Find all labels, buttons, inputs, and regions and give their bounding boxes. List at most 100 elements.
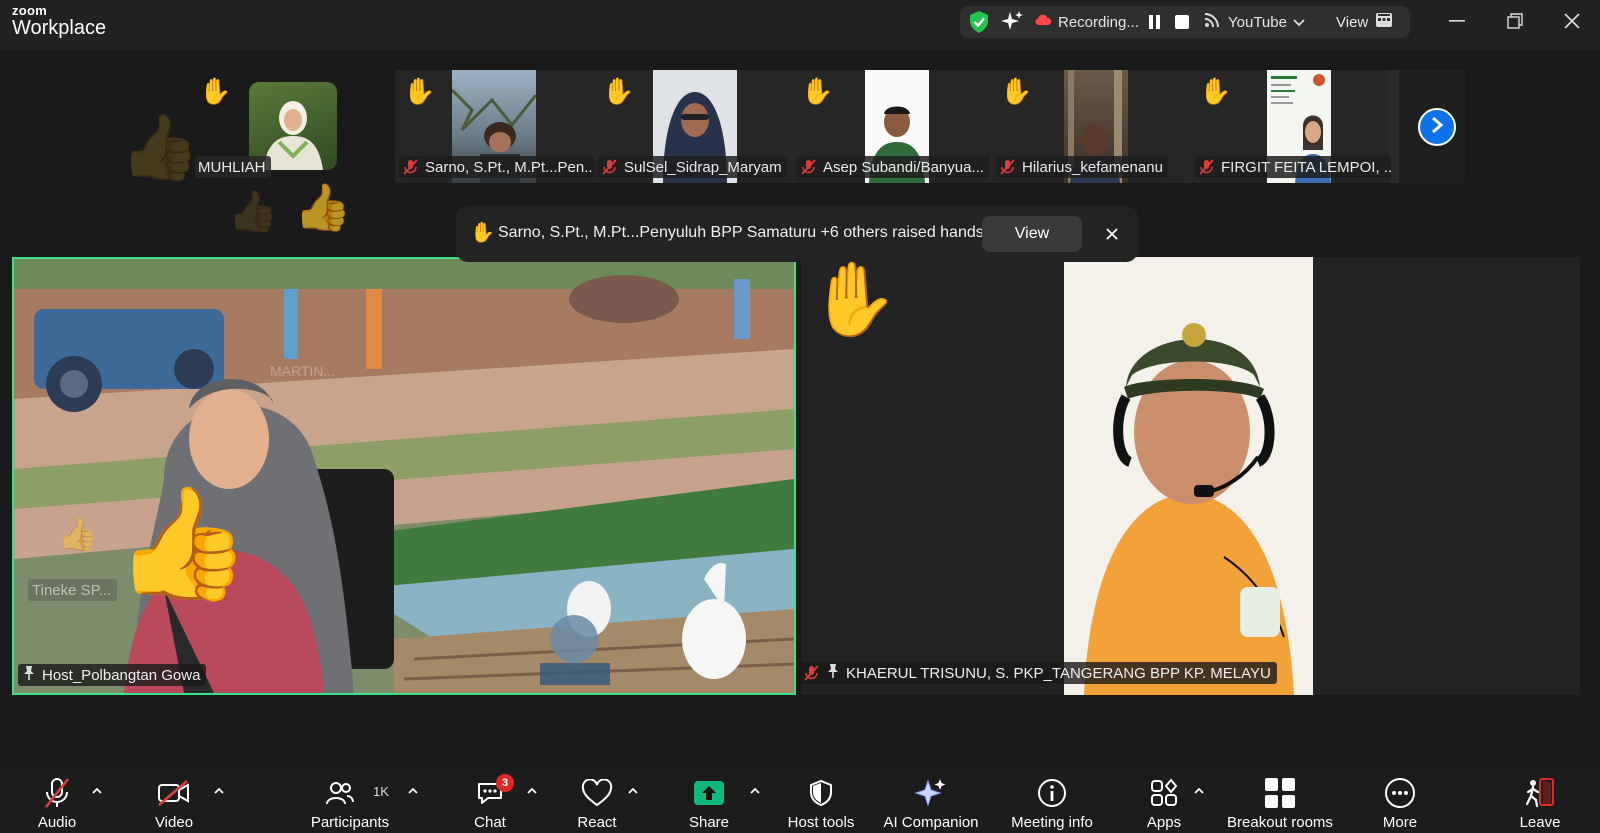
muted-mic-icon [803, 665, 821, 681]
shield-icon [801, 773, 841, 813]
ai-companion-button[interactable]: AI Companion [880, 765, 982, 833]
share-screen-button[interactable]: Share [686, 765, 732, 833]
restore-window-button[interactable] [1500, 8, 1530, 34]
overlay-name-faint: MARTIN... [270, 363, 336, 379]
breakout-rooms-label: Breakout rooms [1227, 814, 1333, 831]
ai-companion-label: AI Companion [883, 814, 979, 831]
floating-thumbs-up-reaction: 👍 [120, 111, 200, 183]
speaker-video-feed [14, 259, 794, 693]
notification-text: Sarno, S.Pt., M.Pt...Penyuluh BPP Samatu… [498, 224, 984, 241]
raised-hand-icon: ✋ [1199, 76, 1232, 106]
meeting-info-button[interactable]: Meeting info [1004, 765, 1100, 833]
heart-icon [577, 773, 617, 813]
overlay-name-tag: Tineke SP... [28, 579, 118, 601]
video-label: Video [154, 814, 194, 831]
next-page-button[interactable] [1418, 108, 1456, 146]
minimize-window-button[interactable] [1442, 8, 1472, 34]
cloud-record-icon [1034, 13, 1052, 31]
apps-icon [1144, 773, 1184, 813]
participant-name-tag: KHAERUL TRISUNU, S. PKP_TANGERANG BPP KP… [801, 662, 1277, 684]
apps-button[interactable]: Apps [1144, 765, 1184, 833]
react-options-caret[interactable] [626, 783, 640, 797]
apps-options-caret[interactable] [1192, 783, 1206, 797]
participants-label: Participants [310, 814, 390, 831]
participant-name-tag: SulSel_Sidrap_Maryam [598, 156, 787, 178]
participant-tile[interactable]: ✋ FIRGIT FEITA LEMPOI, ... [1191, 70, 1391, 183]
participant-name: SulSel_Sidrap_Maryam [624, 158, 782, 176]
meeting-info-label: Meeting info [1011, 814, 1093, 831]
recording-label: Recording... [1058, 13, 1139, 31]
muted-mic-icon [37, 773, 77, 813]
security-shield-icon[interactable] [968, 6, 990, 38]
chat-unread-badge: 3 [496, 774, 514, 792]
participant-tile[interactable]: ✋ Sarno, S.Pt., M.Pt...Pen... [395, 70, 595, 183]
more-label: More [1382, 814, 1418, 831]
participant-name-tag: Sarno, S.Pt., M.Pt...Pen... [399, 156, 595, 178]
participant-main-video[interactable]: ✋ KHAERUL TRISUNU, S. PKP_TANGERANG BPP … [801, 257, 1580, 695]
video-button[interactable]: Video [148, 765, 200, 833]
apps-label: Apps [1146, 814, 1182, 831]
host-tools-label: Host tools [787, 814, 855, 831]
participants-options-caret[interactable] [406, 783, 420, 797]
title-bar: zoom Workplace Recording... YouTube View [0, 0, 1600, 50]
view-menu-button[interactable]: View [1336, 6, 1393, 38]
share-label: Share [688, 814, 730, 831]
chevron-down-icon [1293, 14, 1305, 31]
ai-sparkle-icon[interactable] [1000, 6, 1024, 38]
speaker-name: Host_Polbangtan Gowa [42, 666, 201, 684]
zoom-workplace-logo: zoom Workplace [12, 4, 106, 38]
audio-button[interactable]: Audio [32, 765, 82, 833]
view-raised-hands-button[interactable]: View [982, 216, 1082, 252]
participant-name: Asep Subandi/Banyua... [823, 158, 984, 176]
raised-hand-icon: ✋ [1000, 76, 1033, 106]
react-label: React [577, 814, 617, 831]
broadcast-icon [1204, 12, 1220, 32]
video-options-caret[interactable] [212, 783, 226, 797]
large-thumbs-up-reaction: 👍 [114, 482, 251, 605]
share-arrow-icon [689, 773, 729, 813]
pause-recording-button[interactable] [1148, 6, 1162, 38]
stream-label: YouTube [1228, 13, 1287, 31]
chat-label: Chat [474, 814, 506, 831]
participant-name-tag: Asep Subandi/Banyua... [797, 156, 989, 178]
participant-tile[interactable]: ✋ SulSel_Sidrap_Maryam [594, 70, 792, 183]
meeting-toolbar: Audio Video Participants 1K Chat 3 React [0, 765, 1600, 833]
info-icon [1032, 773, 1072, 813]
muted-mic-icon [800, 159, 818, 175]
raised-hand-icon: ✋ [602, 76, 635, 106]
participants-icon [320, 773, 360, 813]
react-button[interactable]: React [575, 765, 619, 833]
pin-icon [826, 663, 840, 683]
active-speaker-video[interactable]: 👍 👍 MARTIN... Tineke SP... Host_Polbangt… [12, 257, 796, 695]
participant-name: FIRGIT FEITA LEMPOI, ... [1221, 158, 1391, 176]
video-off-icon [154, 773, 194, 813]
breakout-rooms-button[interactable]: Breakout rooms [1222, 765, 1338, 833]
share-options-caret[interactable] [748, 783, 762, 797]
stop-recording-button[interactable] [1174, 6, 1190, 38]
leave-door-icon [1520, 773, 1560, 813]
chevron-right-icon [1430, 116, 1444, 139]
recording-indicator[interactable]: Recording... [1034, 6, 1139, 38]
close-notification-button[interactable] [1098, 220, 1126, 248]
ai-sparkle-icon [911, 773, 951, 813]
more-button[interactable]: More [1380, 765, 1420, 833]
audio-options-caret[interactable] [90, 783, 104, 797]
muted-mic-icon [999, 159, 1017, 175]
chat-options-caret[interactable] [525, 783, 539, 797]
participant-name: Hilarius_kefamenanu [1022, 158, 1163, 176]
close-window-button[interactable] [1557, 8, 1587, 34]
participant-tile[interactable]: ✋ Hilarius_kefamenanu [992, 70, 1190, 183]
participants-button[interactable]: Participants [304, 765, 396, 833]
host-tools-button[interactable]: Host tools [784, 765, 858, 833]
participant-name-tag: FIRGIT FEITA LEMPOI, ... [1195, 156, 1391, 178]
grid-view-icon [1376, 13, 1393, 31]
leave-meeting-button[interactable]: Leave [1518, 765, 1562, 833]
muted-mic-icon [402, 159, 420, 175]
audio-label: Audio [37, 814, 77, 831]
participant-name-tag: Hilarius_kefamenanu [996, 156, 1168, 178]
participant-tile[interactable]: ✋ MUHLIAH [195, 70, 395, 183]
participant-name: Sarno, S.Pt., M.Pt...Pen... [425, 158, 595, 176]
floating-thumbs-up-reaction: 👍 [294, 181, 352, 233]
livestream-youtube-button[interactable]: YouTube [1204, 6, 1305, 38]
participant-tile[interactable]: ✋ Asep Subandi/Banyua... [793, 70, 991, 183]
